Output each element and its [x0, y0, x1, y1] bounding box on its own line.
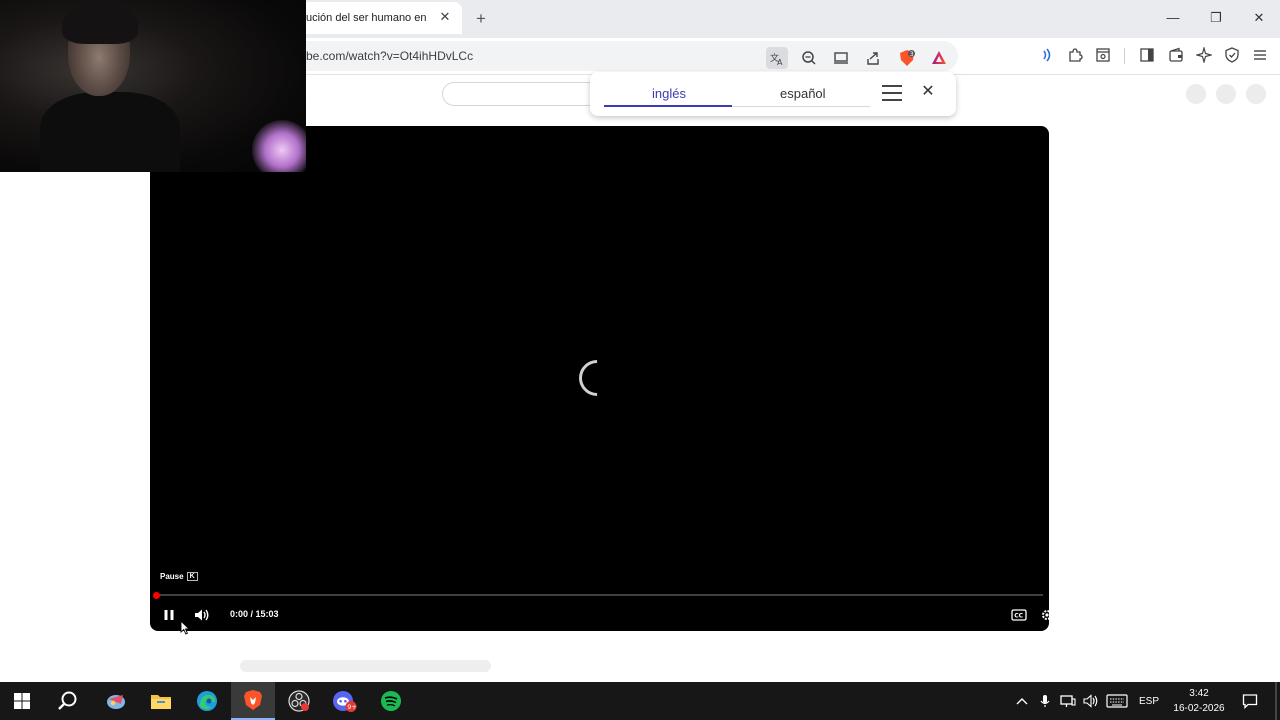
- speech-icon[interactable]: [1035, 44, 1057, 66]
- webcam-overlay: [0, 0, 306, 172]
- windows-start-icon[interactable]: [0, 682, 44, 720]
- target-language-tab[interactable]: español: [780, 86, 826, 101]
- leo-ai-icon[interactable]: [1193, 44, 1215, 66]
- brave-icon[interactable]: [231, 682, 275, 720]
- mouse-cursor-icon: [180, 620, 190, 635]
- discord-icon[interactable]: 9+: [323, 682, 367, 720]
- translate-popup: inglés español ✕: [590, 72, 956, 116]
- gear-icon: [1042, 610, 1049, 620]
- tab-title: ución del ser humano en: [306, 12, 426, 24]
- translate-options-menu-icon[interactable]: [882, 85, 904, 103]
- reader-mode-icon[interactable]: [1092, 44, 1114, 66]
- translate-icon[interactable]: 文A: [766, 47, 788, 69]
- vpn-icon[interactable]: [1221, 44, 1243, 66]
- language-label: ESP: [1138, 695, 1159, 707]
- settings-button[interactable]: [1040, 606, 1049, 624]
- share-icon[interactable]: [862, 47, 884, 69]
- maximize-button[interactable]: ❐: [1201, 6, 1231, 30]
- pause-tooltip: Pause K: [160, 572, 198, 581]
- svg-text:CC: CC: [1014, 613, 1023, 620]
- address-bar-url: be.com/watch?v=Ot4ihHDvLCc: [306, 49, 474, 63]
- speaker-volume-icon[interactable]: [1081, 682, 1101, 720]
- krita-icon[interactable]: [94, 682, 138, 720]
- progress-scrubber-handle[interactable]: [153, 592, 160, 599]
- brave-shields-icon[interactable]: 3: [896, 47, 918, 69]
- file-explorer-icon[interactable]: [139, 682, 183, 720]
- video-player[interactable]: Pause K 0:00 / 15:03 CC: [150, 126, 1049, 631]
- svg-text:9+: 9+: [347, 703, 357, 711]
- network-icon[interactable]: [1058, 682, 1078, 720]
- pause-button[interactable]: [162, 606, 176, 624]
- wallet-icon[interactable]: [1165, 44, 1187, 66]
- tab-close-icon[interactable]: ✕: [436, 8, 454, 26]
- time-display: 0:00 / 15:03: [230, 609, 279, 619]
- screen: ución del ser humano en ✕ + — ❐ ✕ be.com…: [0, 0, 1280, 720]
- webcam-person-body: [40, 92, 180, 172]
- source-language-tab[interactable]: inglés: [652, 86, 686, 101]
- notifications-icon[interactable]: [1238, 682, 1262, 720]
- clock-date: 16-02-2026: [1173, 703, 1225, 714]
- video-progress-bar[interactable]: [156, 594, 1043, 596]
- volume-icon: [195, 609, 209, 621]
- tooltip-label: Pause: [160, 572, 184, 581]
- taskbar-clock[interactable]: 3:42 16-02-2026: [1168, 686, 1230, 716]
- tooltip-shortcut-key: K: [186, 572, 198, 581]
- svg-text:A: A: [777, 58, 783, 66]
- language-tab-divider: [732, 106, 870, 107]
- webcam-person-hair: [62, 4, 138, 44]
- edge-icon[interactable]: [185, 682, 229, 720]
- clock-time: 3:42: [1189, 688, 1209, 699]
- volume-button[interactable]: [193, 606, 211, 624]
- sidebar-icon[interactable]: [1136, 44, 1158, 66]
- new-tab-button[interactable]: +: [470, 8, 492, 30]
- obs-icon[interactable]: [277, 682, 321, 720]
- address-bar[interactable]: be.com/watch?v=Ot4ihHDvLCc 文A 3: [292, 41, 958, 71]
- show-desktop-button[interactable]: [1275, 682, 1277, 720]
- loading-spinner-icon: [571, 352, 623, 404]
- zoom-out-icon[interactable]: [798, 47, 820, 69]
- brave-rewards-icon[interactable]: [928, 47, 950, 69]
- menu-icon[interactable]: [1249, 44, 1271, 66]
- pause-icon: [164, 610, 174, 620]
- captions-button[interactable]: CC: [1011, 606, 1027, 624]
- microphone-icon[interactable]: [1036, 682, 1054, 720]
- header-avatar-placeholder[interactable]: [1186, 84, 1206, 104]
- window-close-button[interactable]: ✕: [1244, 6, 1274, 30]
- minimize-button[interactable]: —: [1158, 6, 1188, 30]
- browser-tab-youtube[interactable]: ución del ser humano en ✕: [292, 2, 462, 34]
- toolbar-divider: [1124, 48, 1125, 64]
- windows-taskbar: 9+ ESP 3:42 16-02-2026: [0, 682, 1280, 720]
- youtube-search-input[interactable]: [442, 82, 602, 106]
- translate-close-icon[interactable]: ✕: [918, 82, 938, 102]
- touch-keyboard-icon[interactable]: [1104, 682, 1130, 720]
- svg-text:3: 3: [910, 51, 914, 58]
- active-language-indicator: [604, 105, 732, 107]
- search-icon[interactable]: [46, 682, 90, 720]
- header-avatar-placeholder[interactable]: [1216, 84, 1236, 104]
- extensions-puzzle-icon[interactable]: [1064, 44, 1086, 66]
- loading-title-placeholder: [240, 660, 491, 672]
- captions-icon: CC: [1011, 609, 1027, 621]
- cast-icon[interactable]: [830, 47, 852, 69]
- input-language-indicator[interactable]: ESP: [1136, 682, 1162, 720]
- show-hidden-icons-chevron-icon[interactable]: [1012, 682, 1032, 720]
- spotify-icon[interactable]: [369, 682, 413, 720]
- webcam-light-glow: [252, 120, 306, 172]
- header-avatar-placeholder[interactable]: [1246, 84, 1266, 104]
